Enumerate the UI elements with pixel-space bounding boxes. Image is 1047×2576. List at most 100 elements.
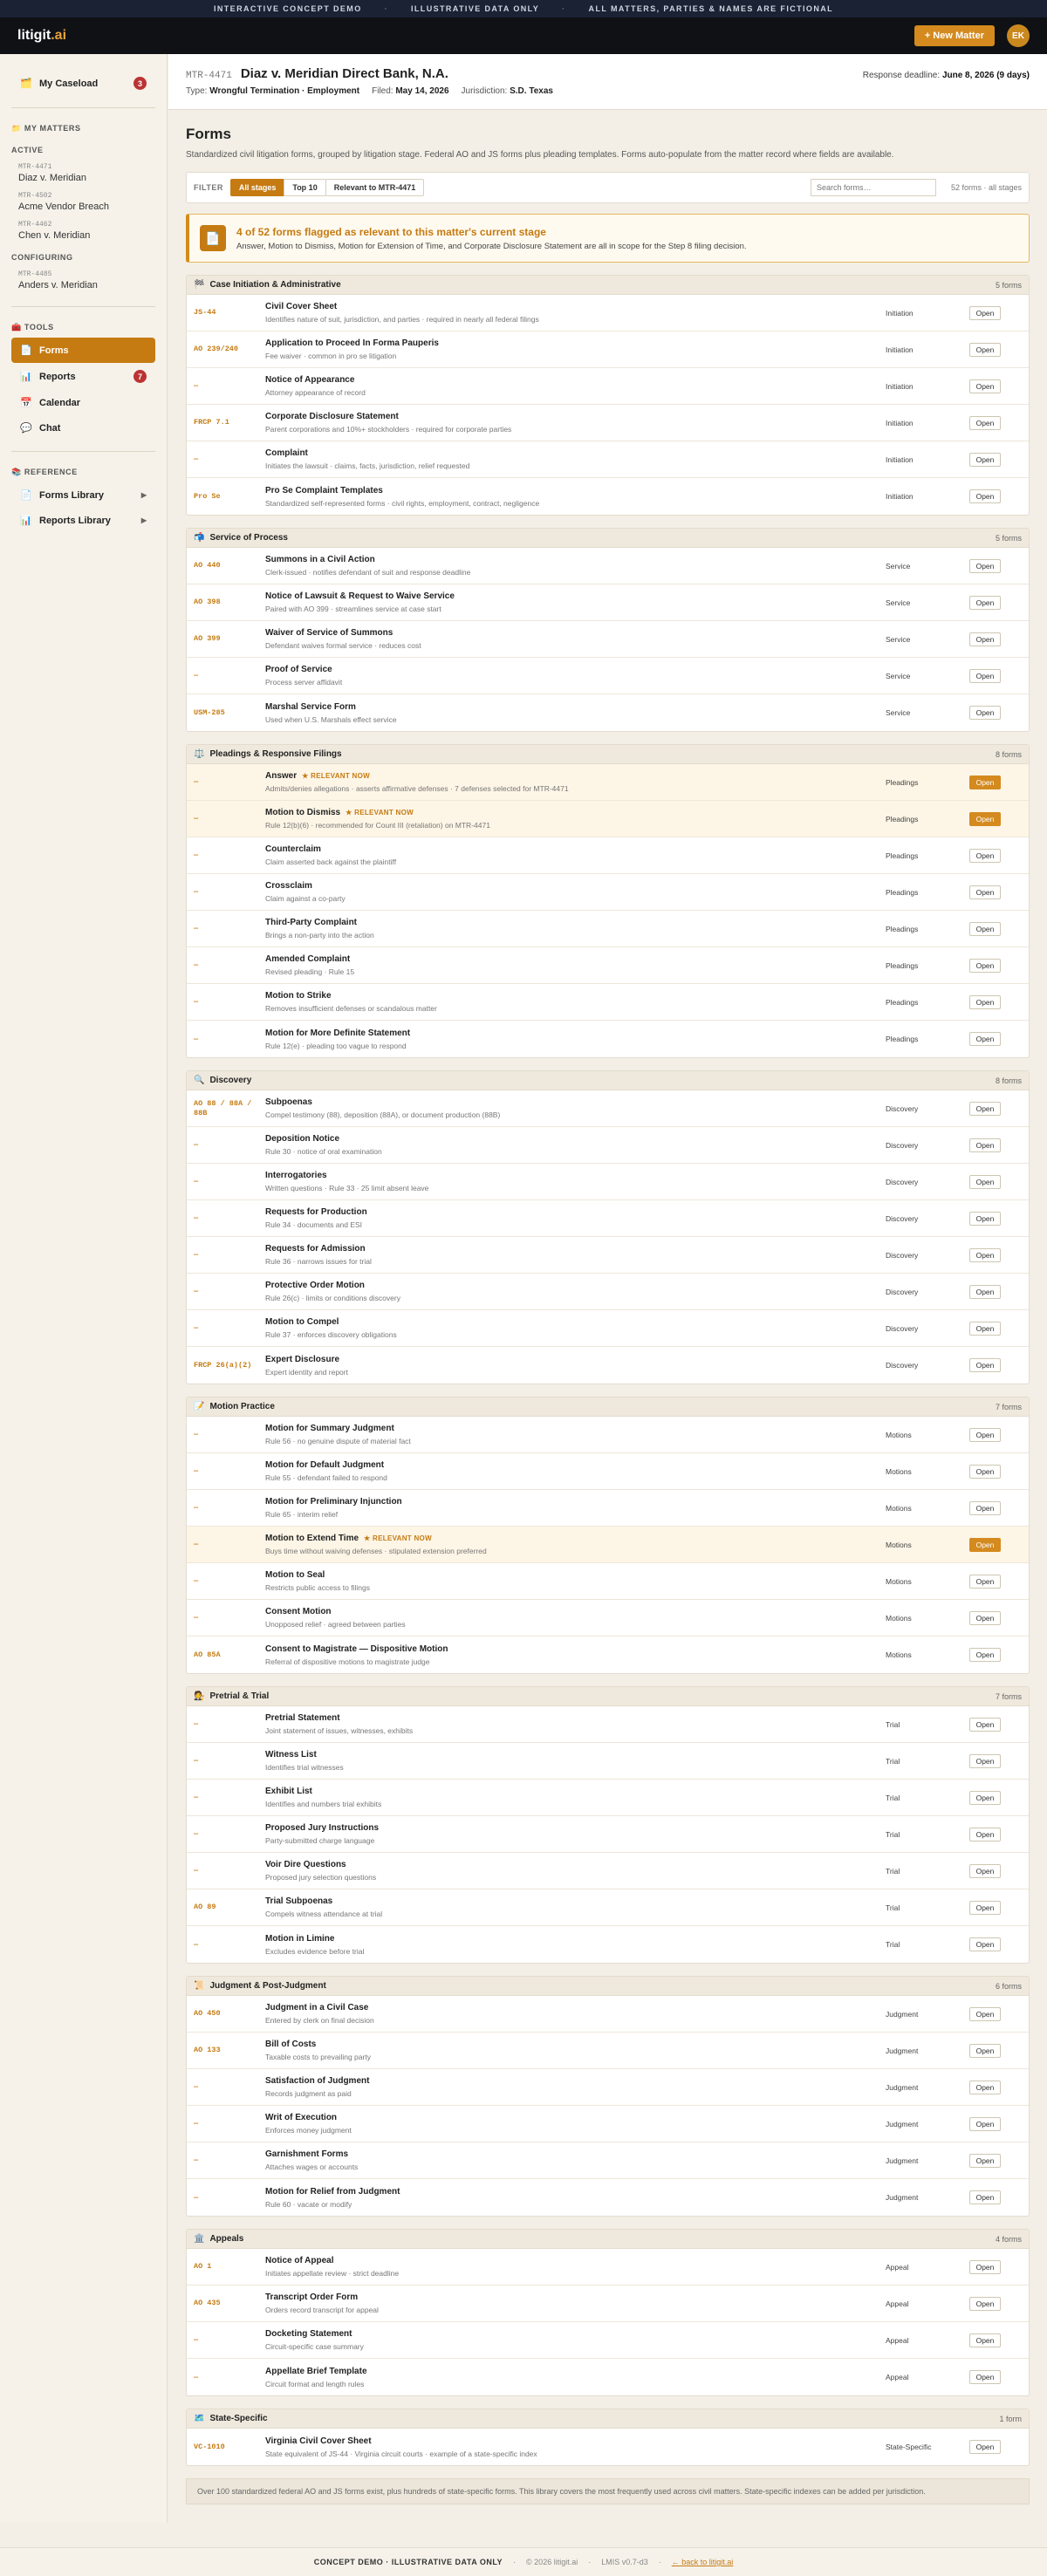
open-form-button[interactable]: Open: [969, 1537, 1001, 1552]
form-row[interactable]: — Motion for Default Judgment Rule 55 · de…: [187, 1453, 1029, 1490]
open-form-button[interactable]: Open: [969, 1863, 1001, 1878]
open-form-button[interactable]: Open: [969, 1753, 1001, 1768]
form-row[interactable]: — Requests for Production Rule 34 · docume…: [187, 1200, 1029, 1237]
form-row[interactable]: — Motion for More Definite Statement Rule …: [187, 1021, 1029, 1057]
form-row[interactable]: AO 1 Notice of Appeal Initiates appellate …: [187, 2249, 1029, 2286]
form-row[interactable]: — Amended Complaint Revised pleading · Rul…: [187, 947, 1029, 984]
sidebar-item-forms-library[interactable]: 📄 Forms Library ▶: [11, 482, 155, 508]
form-row[interactable]: — Writ of Execution Enforces money judgmen…: [187, 2106, 1029, 2142]
form-row[interactable]: AO 435 Transcript Order Form Orders record…: [187, 2286, 1029, 2322]
form-row[interactable]: — Notice of Appearance Attorney appearance…: [187, 368, 1029, 405]
form-row[interactable]: — Appellate Brief Template Circuit format …: [187, 2359, 1029, 2395]
form-row[interactable]: — Motion to Compel Rule 37 · enforces disc…: [187, 1310, 1029, 1347]
open-form-button[interactable]: Open: [969, 706, 1001, 720]
sidebar-item-forms[interactable]: 📄 Forms: [11, 338, 155, 363]
form-row[interactable]: — Motion in Limine Excludes evidence befor…: [187, 1926, 1029, 1963]
sidebar-item-chat[interactable]: 💬 Chat: [11, 415, 155, 441]
form-row[interactable]: — Answer ★ RELEVANT NOW Admits/denies alleg…: [187, 764, 1029, 801]
open-form-button[interactable]: Open: [969, 1427, 1001, 1442]
sidebar-item-reports-library[interactable]: 📊 Reports Library ▶: [11, 508, 155, 533]
open-form-button[interactable]: Open: [969, 994, 1001, 1009]
form-row[interactable]: — Motion for Summary Judgment Rule 56 · no…: [187, 1417, 1029, 1453]
open-form-button[interactable]: Open: [969, 452, 1001, 467]
form-row[interactable]: VC-1010 Virginia Civil Cover Sheet State e…: [187, 2429, 1029, 2465]
form-row[interactable]: — Counterclaim Claim asserted back against…: [187, 837, 1029, 874]
filter-chip-all-stages[interactable]: All stages: [229, 179, 285, 196]
open-form-button[interactable]: Open: [969, 1211, 1001, 1226]
form-row[interactable]: — Proof of Service Process server affidavi…: [187, 658, 1029, 694]
form-row[interactable]: — Deposition Notice Rule 30 · notice of or…: [187, 1127, 1029, 1164]
open-form-button[interactable]: Open: [969, 2296, 1001, 2311]
open-form-button[interactable]: Open: [969, 921, 1001, 936]
sidebar-matter-item[interactable]: MTR-4471 Diaz v. Meridian: [11, 160, 155, 188]
form-row[interactable]: — Motion to Seal Restricts public access t…: [187, 1563, 1029, 1600]
open-form-button[interactable]: Open: [969, 379, 1001, 393]
open-form-button[interactable]: Open: [969, 415, 1001, 430]
open-form-button[interactable]: Open: [969, 1717, 1001, 1732]
form-row[interactable]: AO 440 Summons in a Civil Action Clerk-iss…: [187, 548, 1029, 584]
open-form-button[interactable]: Open: [969, 595, 1001, 610]
open-form-button[interactable]: Open: [969, 1610, 1001, 1625]
open-form-button[interactable]: Open: [969, 1284, 1001, 1299]
open-form-button[interactable]: Open: [969, 1574, 1001, 1589]
sidebar-matter-item[interactable]: MTR-4462 Chen v. Meridian: [11, 217, 155, 246]
form-row[interactable]: — Consent Motion Unopposed relief · agreed…: [187, 1600, 1029, 1636]
open-form-button[interactable]: Open: [969, 1464, 1001, 1479]
open-form-button[interactable]: Open: [969, 848, 1001, 863]
form-row[interactable]: — Motion to Extend Time ★ RELEVANT NOW Buys…: [187, 1527, 1029, 1563]
new-matter-button[interactable]: + New Matter: [914, 25, 995, 46]
form-row[interactable]: Pro Se Pro Se Complaint Templates Standard…: [187, 478, 1029, 515]
form-row[interactable]: — Interrogatories Written questions · Rule…: [187, 1164, 1029, 1200]
open-form-button[interactable]: Open: [969, 1900, 1001, 1915]
form-row[interactable]: AO 398 Notice of Lawsuit & Request to Wai…: [187, 584, 1029, 621]
open-form-button[interactable]: Open: [969, 2259, 1001, 2274]
form-row[interactable]: — Third-Party Complaint Brings a non-party…: [187, 911, 1029, 947]
form-row[interactable]: USM-285 Marshal Service Form Used when U.S…: [187, 694, 1029, 731]
form-row[interactable]: AO 88 / 88A / 88B Subpoenas Compel testimo…: [187, 1090, 1029, 1127]
open-form-button[interactable]: Open: [969, 632, 1001, 646]
open-form-button[interactable]: Open: [969, 1937, 1001, 1951]
open-form-button[interactable]: Open: [969, 305, 1001, 320]
form-row[interactable]: AO 239/240 Application to Proceed In Form…: [187, 331, 1029, 368]
sidebar-item-reports[interactable]: 📊 Reports 7: [11, 363, 155, 390]
open-form-button[interactable]: Open: [969, 958, 1001, 973]
search-input[interactable]: [811, 179, 936, 196]
form-row[interactable]: FRCP 26(a)(2) Expert Disclosure Expert ide…: [187, 1347, 1029, 1384]
open-form-button[interactable]: Open: [969, 2043, 1001, 2058]
open-form-button[interactable]: Open: [969, 489, 1001, 503]
open-form-button[interactable]: Open: [969, 2006, 1001, 2021]
form-row[interactable]: — Exhibit List Identifies and numbers tria…: [187, 1780, 1029, 1816]
form-row[interactable]: AO 450 Judgment in a Civil Case Entered by…: [187, 1996, 1029, 2033]
sidebar-item-my-caseload[interactable]: 🗂️ My Caseload 3: [11, 70, 155, 97]
form-row[interactable]: — Docketing Statement Circuit-specific cas…: [187, 2322, 1029, 2359]
open-form-button[interactable]: Open: [969, 1247, 1001, 1262]
form-row[interactable]: — Crossclaim Claim against a co-party Plead…: [187, 874, 1029, 911]
open-form-button[interactable]: Open: [969, 811, 1001, 826]
form-row[interactable]: JS-44 Civil Cover Sheet Identifies nature …: [187, 295, 1029, 331]
back-link[interactable]: ← back to litigit.ai: [672, 2558, 734, 2566]
form-row[interactable]: AO 89 Trial Subpoenas Compels witness atte…: [187, 1889, 1029, 1926]
form-row[interactable]: — Proposed Jury Instructions Party-submitt…: [187, 1816, 1029, 1853]
form-row[interactable]: — Voir Dire Questions Proposed jury select…: [187, 1853, 1029, 1889]
open-form-button[interactable]: Open: [969, 775, 1001, 789]
open-form-button[interactable]: Open: [969, 2190, 1001, 2204]
sidebar-matter-item[interactable]: MTR-4502 Acme Vendor Breach: [11, 188, 155, 217]
open-form-button[interactable]: Open: [969, 2080, 1001, 2094]
open-form-button[interactable]: Open: [969, 1648, 1001, 1662]
form-row[interactable]: — Garnishment Forms Attaches wages or acco…: [187, 2142, 1029, 2179]
open-form-button[interactable]: Open: [969, 1032, 1001, 1046]
open-form-button[interactable]: Open: [969, 558, 1001, 573]
open-form-button[interactable]: Open: [969, 342, 1001, 357]
form-row[interactable]: — Motion to Dismiss ★ RELEVANT NOW Rule 12(…: [187, 801, 1029, 837]
open-form-button[interactable]: Open: [969, 1174, 1001, 1189]
form-row[interactable]: AO 399 Waiver of Service of Summons Defend…: [187, 621, 1029, 658]
form-row[interactable]: — Requests for Admission Rule 36 · narrows…: [187, 1237, 1029, 1274]
open-form-button[interactable]: Open: [969, 1321, 1001, 1336]
filter-chip-relevant[interactable]: Relevant to MTR-4471: [325, 179, 425, 196]
form-row[interactable]: — Motion for Relief from Judgment Rule 60 …: [187, 2179, 1029, 2216]
open-form-button[interactable]: Open: [969, 1138, 1001, 1152]
open-form-button[interactable]: Open: [969, 1790, 1001, 1805]
form-row[interactable]: — Motion to Strike Removes insufficient de…: [187, 984, 1029, 1021]
form-row[interactable]: — Complaint Initiates the lawsuit · claims…: [187, 441, 1029, 478]
open-form-button[interactable]: Open: [969, 1827, 1001, 1841]
